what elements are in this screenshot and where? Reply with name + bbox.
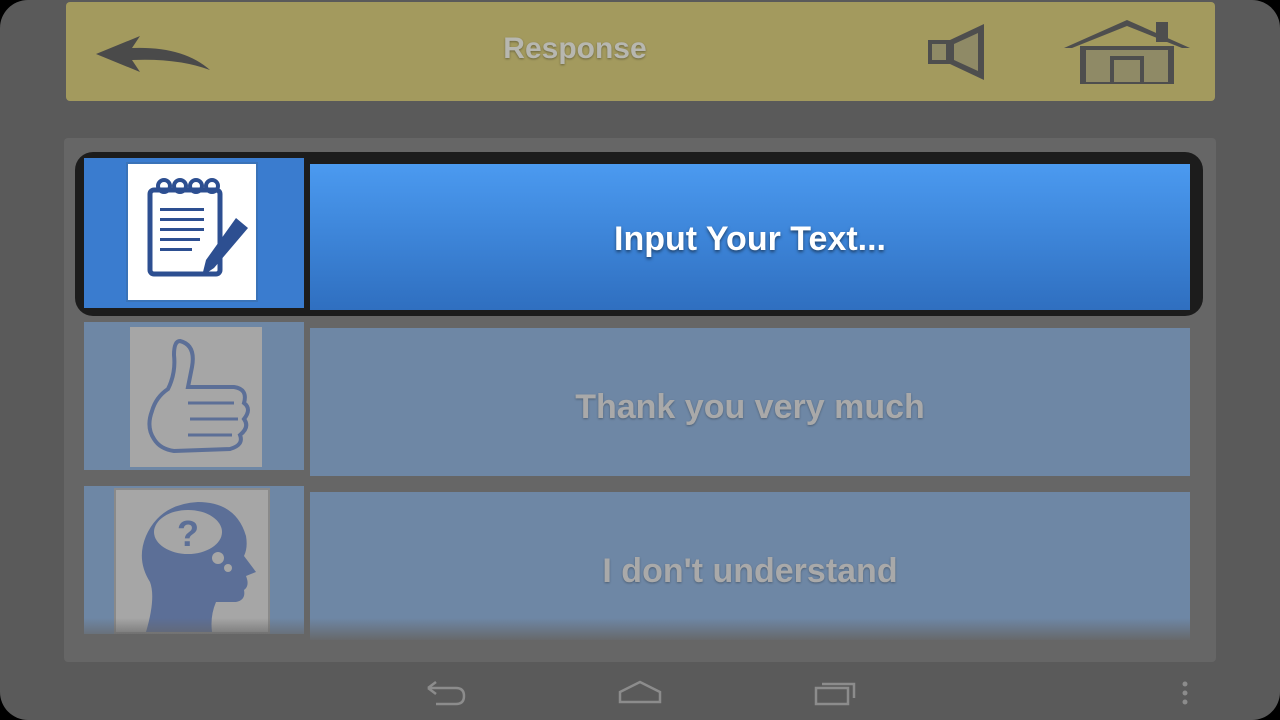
row-label-box: I don't understand <box>310 492 1190 640</box>
row-label-box: Thank you very much <box>310 328 1190 476</box>
notepad-pencil-icon <box>147 178 248 277</box>
row-thumbnail <box>126 162 258 302</box>
row-thumbnail <box>130 327 262 467</box>
home-icon <box>1064 20 1190 84</box>
page-title: Response <box>503 32 647 65</box>
speak-button[interactable] <box>922 20 994 84</box>
response-label: Input Your Text... <box>614 220 886 258</box>
response-row-thank-you[interactable]: Thank you very much <box>84 322 1192 476</box>
home-button[interactable] <box>1060 16 1194 86</box>
thumbs-up-icon <box>147 338 250 454</box>
svg-text:?: ? <box>177 513 199 554</box>
nav-home-button[interactable] <box>616 678 664 708</box>
system-navigation-bar <box>0 664 1280 720</box>
back-arrow-icon <box>96 36 210 72</box>
nav-home-icon <box>618 680 662 704</box>
nav-recents-button[interactable] <box>812 678 860 708</box>
response-row-dont-understand[interactable]: ? I don't understand <box>84 486 1192 640</box>
nav-back-icon <box>427 681 466 706</box>
row-label-box: Input Your Text... <box>310 164 1190 310</box>
nav-recents-icon <box>814 682 856 706</box>
response-label: Thank you very much <box>575 388 925 426</box>
response-label: I don't understand <box>602 552 898 590</box>
response-row-input-text[interactable]: Input Your Text... <box>84 158 1192 310</box>
row-thumbnail: ? <box>114 488 270 634</box>
back-button[interactable] <box>88 24 218 82</box>
app-screen: Response Input Your Text... Thank you ve… <box>0 0 1280 720</box>
nav-back-button[interactable] <box>422 678 470 708</box>
overflow-menu-icon <box>1182 681 1188 705</box>
head-question-icon: ? <box>141 502 256 632</box>
speaker-icon <box>928 24 984 80</box>
overflow-menu-button[interactable] <box>1170 678 1200 708</box>
